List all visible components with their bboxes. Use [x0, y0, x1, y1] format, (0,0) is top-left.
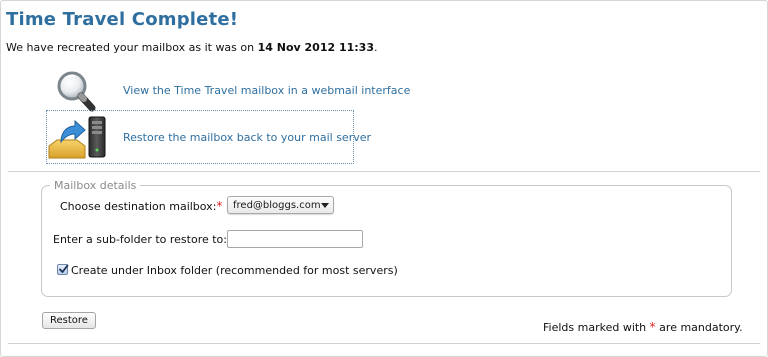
destination-mailbox-label: Choose destination mailbox:* [60, 199, 222, 213]
inbox-folder-checkbox[interactable] [57, 264, 69, 275]
subfolder-input[interactable] [227, 230, 363, 248]
destination-mailbox-select[interactable]: fred@bloggs.com [227, 196, 334, 214]
restore-to-server-label: Restore the mailbox back to your mail se… [123, 130, 372, 144]
destination-mailbox-label-text: Choose destination mailbox: [60, 200, 217, 213]
required-asterisk: * [216, 199, 223, 213]
restore-to-server-icon [47, 112, 119, 162]
view-webmail-label: View the Time Travel mailbox in a webmai… [123, 83, 411, 97]
intro-text-after: . [373, 41, 378, 54]
checkmark-icon [59, 264, 69, 273]
chevron-down-icon [321, 203, 329, 208]
destination-mailbox-value: fred@bloggs.com [233, 200, 321, 211]
divider-top [8, 171, 760, 172]
mandatory-note-star: * [649, 320, 656, 334]
restore-to-server-link[interactable]: Restore the mailbox back to your mail se… [46, 110, 371, 164]
page-title: Time Travel Complete! [6, 9, 239, 30]
inbox-folder-checkbox-label: Create under Inbox folder (recommended f… [71, 264, 398, 277]
mandatory-note-before: Fields marked with [543, 321, 647, 334]
mandatory-note-after: are mandatory. [659, 321, 743, 334]
subfolder-label: Enter a sub-folder to restore to: [53, 233, 227, 246]
intro-text: We have recreated your mailbox as it was… [6, 41, 377, 54]
mandatory-note: Fields marked with * are mandatory. [543, 320, 743, 334]
intro-date: 14 Nov 2012 11:33 [257, 41, 374, 54]
intro-text-before: We have recreated your mailbox as it was… [6, 41, 255, 54]
magnifier-icon [47, 65, 119, 115]
divider-bottom [8, 343, 760, 344]
view-webmail-link[interactable]: View the Time Travel mailbox in a webmai… [47, 63, 410, 117]
restore-button[interactable]: Restore [42, 312, 96, 329]
mailbox-details-legend: Mailbox details [54, 179, 137, 192]
